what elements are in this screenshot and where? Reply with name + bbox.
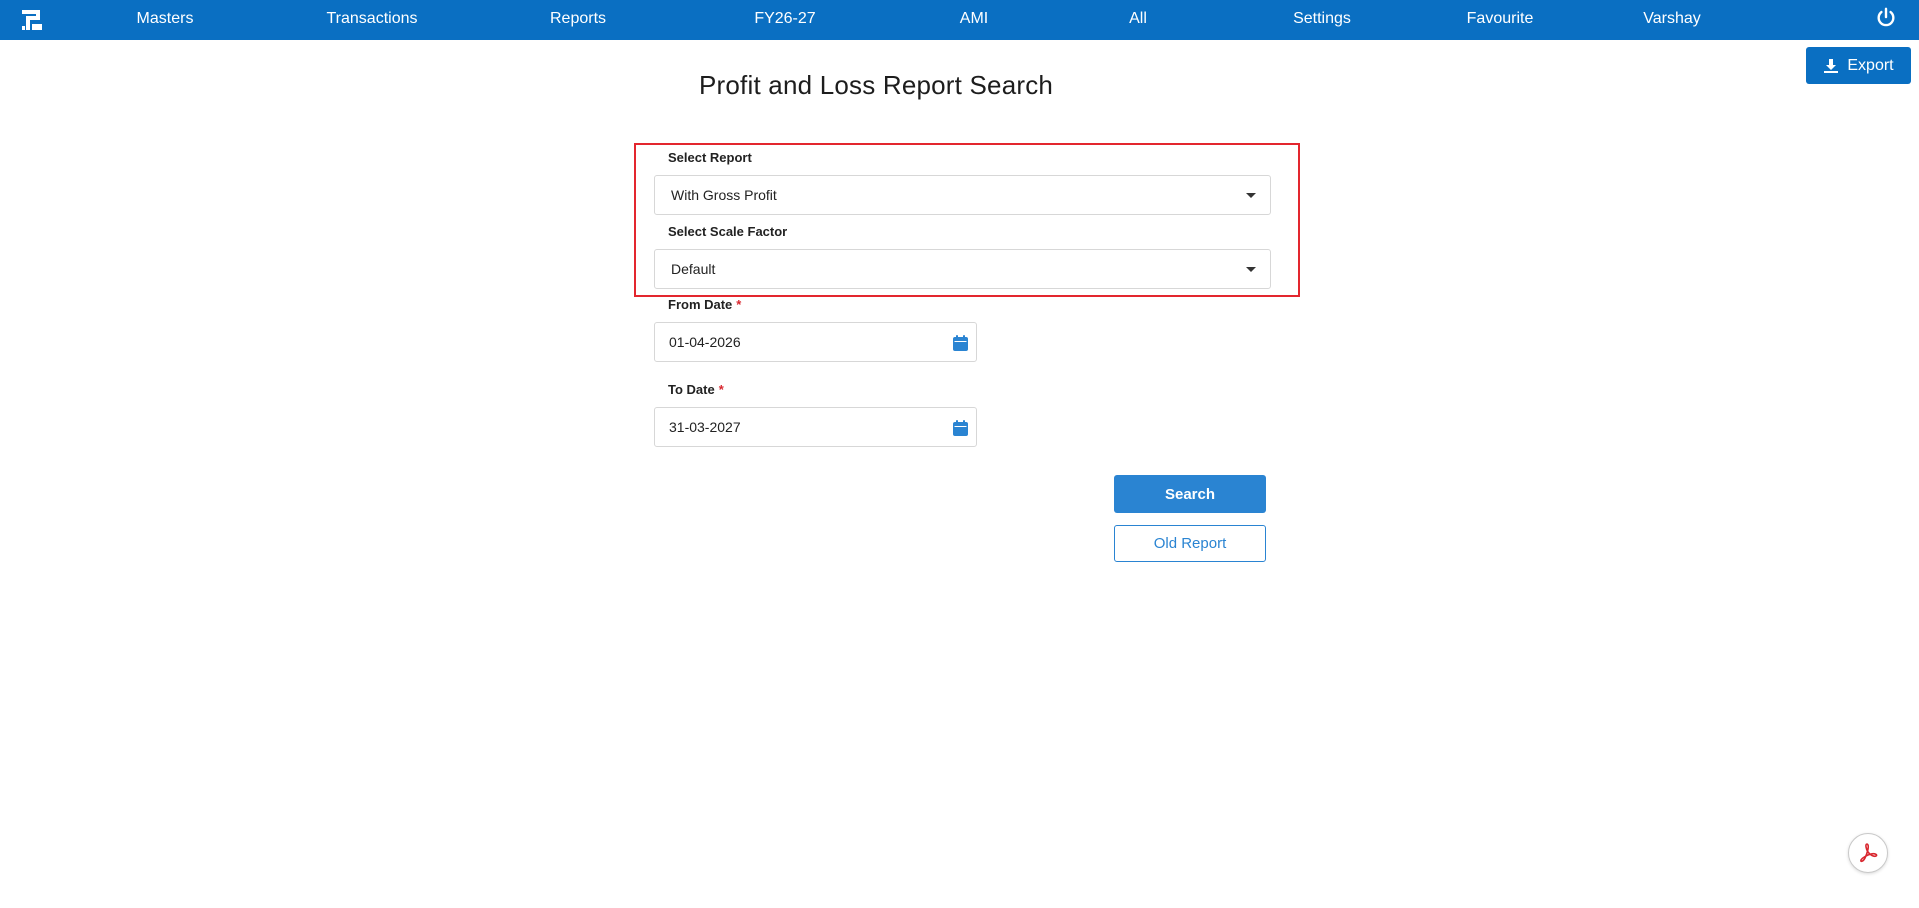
from-date-label: From Date * (668, 297, 741, 312)
top-navbar: Masters Transactions Reports FY26-27 AMI… (0, 0, 1919, 40)
nav-masters[interactable]: Masters (137, 0, 194, 40)
power-icon[interactable] (1875, 7, 1897, 29)
scale-factor-value: Default (671, 261, 716, 277)
required-mark: * (736, 297, 742, 312)
scale-factor-label: Select Scale Factor (668, 224, 788, 239)
nav-transactions[interactable]: Transactions (327, 0, 418, 40)
select-report-dropdown[interactable]: With Gross Profit (654, 175, 1271, 215)
select-report-label: Select Report (668, 150, 752, 165)
from-date-value: 01-04-2026 (669, 334, 741, 350)
caret-down-icon (1246, 267, 1256, 272)
export-label: Export (1847, 56, 1894, 74)
select-report-value: With Gross Profit (671, 187, 777, 203)
to-date-label-text: To Date (668, 382, 715, 397)
pdf-button[interactable] (1848, 833, 1888, 873)
search-button[interactable]: Search (1114, 475, 1266, 513)
nav-favourite[interactable]: Favourite (1467, 0, 1534, 40)
app-logo-icon[interactable] (20, 8, 44, 32)
scale-factor-dropdown[interactable]: Default (654, 249, 1271, 289)
download-icon (1824, 58, 1839, 73)
page-title: Profit and Loss Report Search (699, 70, 1054, 100)
calendar-icon[interactable] (953, 420, 968, 436)
to-date-label: To Date * (668, 382, 724, 397)
calendar-icon[interactable] (953, 335, 968, 351)
nav-ami[interactable]: AMI (960, 0, 988, 40)
from-date-input[interactable]: 01-04-2026 (654, 322, 977, 362)
caret-down-icon (1246, 193, 1256, 198)
nav-financial-year[interactable]: FY26-27 (754, 0, 815, 40)
from-date-label-text: From Date (668, 297, 733, 312)
pdf-icon (1860, 843, 1878, 863)
to-date-value: 31-03-2027 (669, 419, 741, 435)
old-report-button[interactable]: Old Report (1114, 525, 1266, 562)
nav-user[interactable]: Varshay (1643, 0, 1701, 40)
nav-all[interactable]: All (1129, 0, 1147, 40)
export-button[interactable]: Export (1806, 47, 1911, 84)
nav-reports[interactable]: Reports (550, 0, 606, 40)
nav-settings[interactable]: Settings (1293, 0, 1351, 40)
required-mark: * (718, 382, 724, 397)
to-date-input[interactable]: 31-03-2027 (654, 407, 977, 447)
